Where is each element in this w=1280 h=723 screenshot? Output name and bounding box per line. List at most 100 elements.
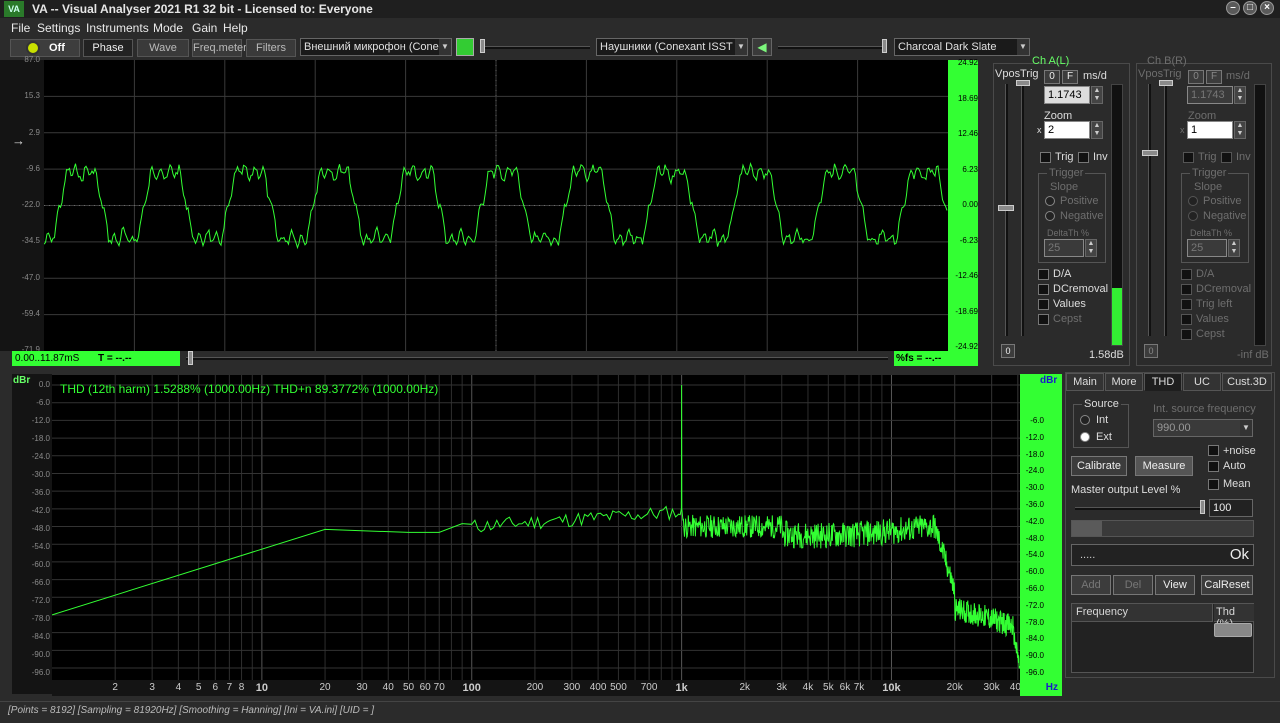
col-header-frequency[interactable]: Frequency	[1072, 604, 1213, 622]
col-header-thd[interactable]: Thd (%)	[1214, 604, 1254, 630]
scale-label: -34.5	[21, 236, 40, 246]
tab-more[interactable]: More	[1105, 373, 1143, 391]
scale-label: -72.0	[1025, 600, 1044, 610]
ch-a-dcremoval-checkbox[interactable]	[1038, 284, 1049, 295]
ch-a-trig-thumb[interactable]	[1016, 80, 1030, 86]
add-button[interactable]: Add	[1071, 575, 1111, 595]
menu-settings[interactable]: Settings	[37, 21, 80, 35]
ch-b-dcremoval-checkbox[interactable]	[1181, 284, 1192, 295]
tab-main[interactable]: Main	[1066, 373, 1104, 391]
ch-a-values-checkbox[interactable]	[1038, 299, 1049, 310]
ch-a-cepst-checkbox[interactable]	[1038, 314, 1049, 325]
ch-b-trig-label: Trig	[1163, 68, 1182, 80]
ch-b-da-checkbox[interactable]	[1181, 269, 1192, 280]
calreset-button[interactable]: CalReset	[1201, 575, 1253, 595]
ch-b-level-readout: -inf dB	[1237, 349, 1269, 361]
tab-thd[interactable]: THD	[1144, 373, 1182, 391]
ch-a-inv-checkbox[interactable]	[1078, 152, 1089, 163]
scale-label: -12.0	[31, 416, 50, 425]
ch-b-vpos-thumb[interactable]	[1142, 150, 1158, 156]
ch-a-zoom-input[interactable]: 2	[1044, 121, 1090, 139]
auto-checkbox[interactable]	[1208, 461, 1219, 472]
tab-cust3d[interactable]: Cust.3D	[1222, 373, 1272, 391]
ch-b-zoom-spinner[interactable]: ▲ ▼	[1234, 121, 1246, 139]
status-bar: [Points = 8192] [Sampling = 81920Hz] [Sm…	[0, 701, 1280, 723]
ch-b-negative-radio[interactable]	[1188, 211, 1198, 221]
ch-b-f-button[interactable]: F	[1206, 70, 1222, 84]
view-button[interactable]: View	[1155, 575, 1195, 595]
ch-b-zero-button[interactable]: 0	[1188, 70, 1204, 84]
ch-b-values-checkbox[interactable]	[1181, 314, 1192, 325]
ch-a-trig-slider[interactable]	[1021, 84, 1024, 336]
ch-a-level-readout: 1.58dB	[1089, 349, 1124, 361]
ch-b-inv-checkbox[interactable]	[1221, 152, 1232, 163]
ch-a-positive-radio[interactable]	[1045, 196, 1055, 206]
output-volume-thumb[interactable]	[882, 39, 887, 53]
calibrate-button[interactable]: Calibrate	[1071, 456, 1127, 476]
menu-file[interactable]: File	[11, 21, 30, 35]
output-device-select[interactable]: Наушники (Conexant ISST Au ▼	[596, 38, 748, 56]
del-button[interactable]: Del	[1113, 575, 1153, 595]
menu-instruments[interactable]: Instruments	[86, 21, 149, 35]
ch-b-zero-pos-button[interactable]: 0	[1144, 344, 1158, 358]
menu-help[interactable]: Help	[223, 21, 248, 35]
menu-gain[interactable]: Gain	[192, 21, 217, 35]
ch-b-zoom-input[interactable]: 1	[1187, 121, 1233, 139]
ch-a-zoom-spinner[interactable]: ▲ ▼	[1091, 121, 1103, 139]
mean-checkbox[interactable]	[1208, 479, 1219, 490]
speaker-icon[interactable]: ◀	[752, 38, 772, 56]
menu-mode[interactable]: Mode	[153, 21, 183, 35]
wave-button[interactable]: Wave	[137, 39, 189, 57]
ch-b-trig-slider[interactable]	[1164, 84, 1167, 336]
source-int-radio[interactable]	[1080, 415, 1090, 425]
output-volume-slider[interactable]	[778, 46, 886, 49]
ch-b-positive-radio[interactable]	[1188, 196, 1198, 206]
ch-a-da-checkbox[interactable]	[1038, 269, 1049, 280]
ch-b-deltath-input[interactable]: 25	[1187, 239, 1227, 257]
ch-b-vpos-slider[interactable]	[1148, 84, 1151, 336]
ch-a-zero-button[interactable]: 0	[1044, 70, 1060, 84]
ch-a-deltath-input[interactable]: 25	[1044, 239, 1084, 257]
ch-b-msd-spinner[interactable]: ▲ ▼	[1234, 86, 1246, 104]
master-level-thumb[interactable]	[1200, 500, 1205, 514]
phase-button[interactable]: Phase	[83, 39, 133, 57]
int-freq-select[interactable]: 990.00 ▼	[1153, 419, 1253, 437]
master-level-slider[interactable]	[1075, 507, 1205, 510]
tab-uc[interactable]: UC	[1183, 373, 1221, 391]
ch-a-msd-spinner[interactable]: ▲ ▼	[1091, 86, 1103, 104]
maximize-icon[interactable]: □	[1243, 1, 1257, 15]
ch-b-trig-checkbox[interactable]	[1183, 152, 1194, 163]
minimize-icon[interactable]: –	[1226, 1, 1240, 15]
ch-b-msd-input[interactable]: 1.1743	[1187, 86, 1233, 104]
ch-a-negative-radio[interactable]	[1045, 211, 1055, 221]
ch-a-msd-input[interactable]: 1.1743	[1044, 86, 1090, 104]
table-cell[interactable]	[1214, 623, 1252, 637]
input-volume-slider[interactable]	[480, 46, 590, 49]
scale-label: 6.23	[962, 164, 978, 174]
ch-b-deltath-spinner[interactable]: ▲ ▼	[1228, 239, 1240, 257]
microphone-icon[interactable]	[456, 38, 474, 56]
source-ext-radio[interactable]	[1080, 432, 1090, 442]
filters-button[interactable]: Filters	[246, 39, 296, 57]
ch-b-trig-thumb[interactable]	[1159, 80, 1173, 86]
master-level-input[interactable]: 100	[1209, 499, 1253, 517]
results-table: Frequency Thd (%)	[1071, 603, 1254, 673]
freqmeter-button[interactable]: Freq.meter	[192, 39, 247, 57]
scale-label: -84.0	[31, 632, 50, 641]
ch-a-deltath-spinner[interactable]: ▲ ▼	[1085, 239, 1097, 257]
ch-a-zero-pos-button[interactable]: 0	[1001, 344, 1015, 358]
close-icon[interactable]: ×	[1260, 1, 1274, 15]
source-ext-label: Ext	[1096, 431, 1112, 443]
ch-a-trig-checkbox[interactable]	[1040, 152, 1051, 163]
scope-scroll-slider[interactable]	[186, 357, 888, 360]
ch-b-trigleft-checkbox[interactable]	[1181, 299, 1192, 310]
measure-button[interactable]: Measure	[1135, 456, 1193, 476]
ch-a-f-button[interactable]: F	[1062, 70, 1078, 84]
scope-scroll-thumb[interactable]	[188, 351, 193, 365]
skin-select[interactable]: Charcoal Dark Slate ▼	[894, 38, 1030, 56]
input-volume-thumb[interactable]	[480, 39, 485, 53]
ch-b-cepst-checkbox[interactable]	[1181, 329, 1192, 340]
ch-a-vpos-thumb[interactable]	[998, 205, 1014, 211]
plus-noise-checkbox[interactable]	[1208, 445, 1219, 456]
input-device-select[interactable]: Внешний микрофон (Conexa ▼	[300, 38, 452, 56]
